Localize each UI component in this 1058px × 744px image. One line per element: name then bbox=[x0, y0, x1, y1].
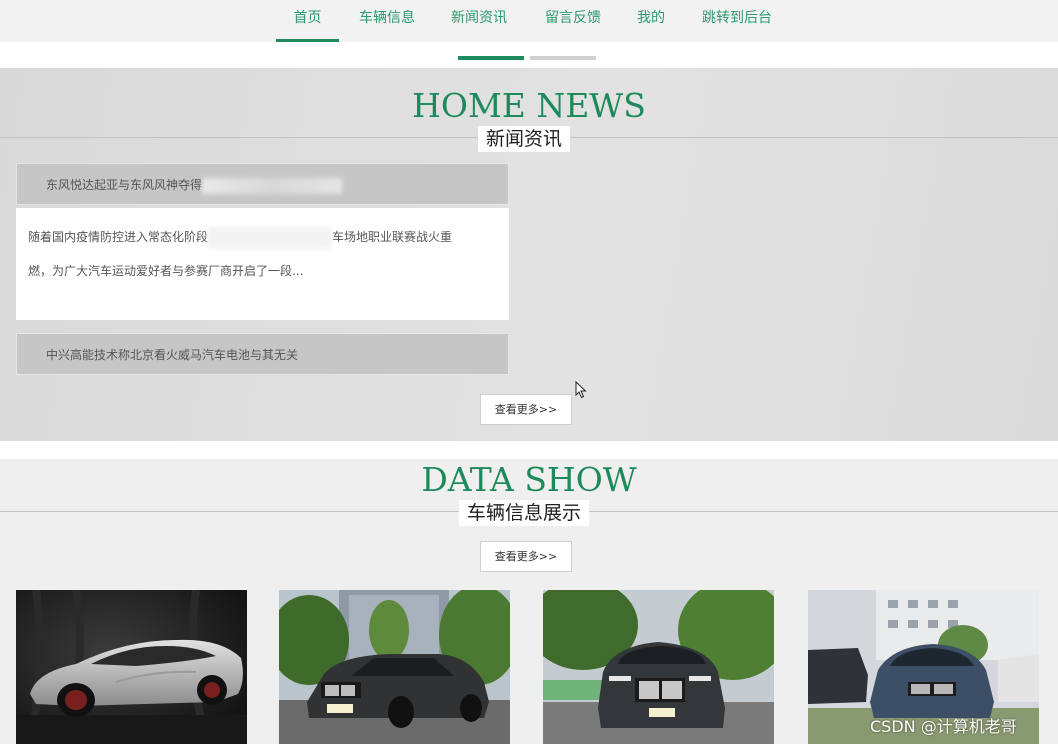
summary-text: 燃，为广大汽车运动爱好者与参赛厂商开启了一段... bbox=[28, 264, 304, 278]
news-item-summary: 随着国内疫情防控进入常态化阶段 车场地职业联赛战火重 燃，为广大汽车运动爱好者与参… bbox=[16, 208, 509, 320]
nav-mine[interactable]: 我的 bbox=[635, 0, 667, 42]
news-section-subtitle: 新闻资讯 bbox=[478, 126, 571, 152]
news-item-title[interactable]: 中兴高能技术称北京看火威马汽车电池与其无关 bbox=[16, 333, 509, 375]
section-gap bbox=[0, 441, 1058, 459]
carousel-indicator[interactable] bbox=[530, 56, 596, 60]
nav-feedback[interactable]: 留言反馈 bbox=[542, 0, 604, 42]
data-more-button[interactable]: 查看更多>> bbox=[480, 541, 572, 572]
mouse-cursor-icon bbox=[575, 381, 587, 399]
summary-text: 车场地职业联赛战火重 bbox=[332, 230, 453, 244]
top-nav: 首页 车辆信息 新闻资讯 留言反馈 我的 跳转到后台 bbox=[0, 0, 1058, 42]
sedan-front-image bbox=[543, 590, 774, 744]
car-card[interactable] bbox=[16, 590, 247, 744]
carousel-indicator-active[interactable] bbox=[458, 56, 524, 60]
nav-news[interactable]: 新闻资讯 bbox=[448, 0, 510, 42]
news-more-button[interactable]: 查看更多>> bbox=[480, 394, 572, 425]
data-section-title: DATA SHOW bbox=[421, 460, 637, 499]
car-card[interactable] bbox=[543, 590, 774, 744]
car-card[interactable] bbox=[279, 590, 510, 744]
summary-text: 随着国内疫情防控进入常态化阶段 bbox=[28, 230, 209, 244]
concept-car-image bbox=[16, 590, 247, 744]
news-item-title[interactable]: 东风悦达起亚与东风风神夺得 bbox=[16, 163, 509, 205]
news-title-text: 东风悦达起亚与东风风神夺得 bbox=[46, 178, 203, 192]
sedan-image bbox=[279, 590, 510, 744]
data-section-subtitle: 车辆信息展示 bbox=[459, 500, 590, 526]
blurred-text bbox=[202, 177, 343, 194]
nav-admin[interactable]: 跳转到后台 bbox=[699, 0, 775, 42]
watermark: CSDN @计算机老哥 bbox=[870, 717, 1017, 736]
carousel-strip bbox=[0, 42, 1058, 68]
nav-vehicle-info[interactable]: 车辆信息 bbox=[356, 0, 418, 42]
nav-home[interactable]: 首页 bbox=[276, 0, 339, 42]
news-title-text: 中兴高能技术称北京看火威马汽车电池与其无关 bbox=[46, 348, 299, 362]
news-section-title: HOME NEWS bbox=[412, 86, 646, 125]
blurred-text bbox=[208, 226, 333, 249]
